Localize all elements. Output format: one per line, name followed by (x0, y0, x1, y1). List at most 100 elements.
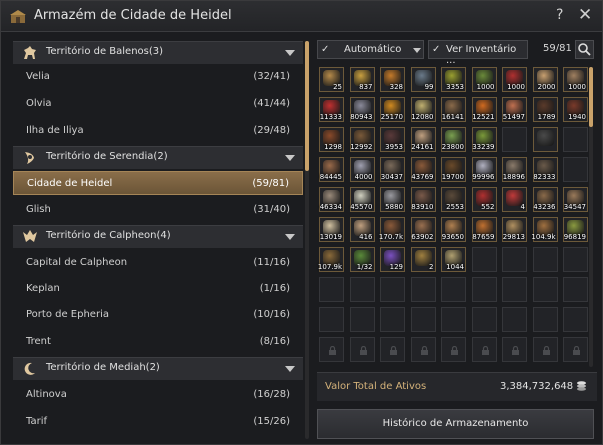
storage-slot[interactable]: 13019 (319, 217, 344, 242)
city-item-altinova[interactable]: Altinova (16/28) (13, 383, 303, 407)
storage-slot[interactable]: 84445 (319, 157, 344, 182)
storage-slot[interactable]: 99 (410, 67, 436, 92)
storage-slot[interactable] (532, 307, 558, 332)
city-item-porto-de-epheria[interactable]: Porto de Epheria (10/16) (13, 303, 303, 327)
storage-slot[interactable]: 2553 (441, 187, 466, 212)
storage-slot[interactable]: 82333 (532, 157, 558, 182)
storage-slot[interactable]: 24161 (410, 127, 436, 152)
storage-slot[interactable] (441, 277, 466, 302)
storage-slot[interactable]: 2 (410, 247, 436, 272)
checkmark-icon[interactable]: ✓ (432, 44, 443, 55)
storage-slot[interactable] (563, 307, 588, 332)
search-button[interactable] (575, 40, 594, 59)
city-item-keplan[interactable]: Keplan (1/16) (13, 277, 303, 301)
storage-slot[interactable] (532, 247, 558, 272)
storage-slot[interactable]: 12080 (410, 97, 436, 122)
storage-slot[interactable]: 34547 (563, 187, 588, 212)
storage-slot[interactable]: 51497 (502, 97, 527, 122)
locked-slot[interactable] (471, 337, 497, 362)
city-item-velia[interactable]: Velia (32/41) (13, 65, 303, 89)
storage-slot[interactable]: 104.9k (531, 217, 558, 242)
city-item-olvia[interactable]: Olvia (41/44) (13, 92, 303, 116)
storage-slot[interactable]: 43236 (532, 187, 558, 212)
storage-slot[interactable] (502, 127, 527, 152)
storage-slot[interactable]: 63902 (410, 217, 436, 242)
region-serendia[interactable]: Território de Serendia(2) (13, 146, 303, 169)
region-balenos[interactable]: Território de Balenos(3) (13, 41, 303, 64)
locked-slot[interactable] (410, 337, 436, 362)
storage-slot[interactable]: 12521 (471, 97, 497, 122)
locked-slot[interactable] (532, 337, 558, 362)
storage-slot[interactable] (532, 277, 558, 302)
storage-slot[interactable] (410, 307, 436, 332)
storage-slot[interactable]: 23800 (441, 127, 466, 152)
storage-slot[interactable]: 837 (349, 67, 375, 92)
storage-slot[interactable] (532, 127, 558, 152)
region-calpheon[interactable]: Território de Calpheon(4) (13, 225, 303, 248)
storage-history-button[interactable]: Histórico de Armazenamento (317, 409, 594, 439)
storage-slot[interactable] (380, 277, 405, 302)
collapse-arrow-icon[interactable] (285, 50, 295, 56)
storage-slot[interactable]: 3953 (380, 127, 405, 152)
storage-slot[interactable] (502, 277, 527, 302)
storage-slot[interactable]: 12992 (349, 127, 375, 152)
view-inventory-toggle[interactable]: ✓ Ver Inventário ... (428, 40, 528, 66)
storage-slot[interactable]: 16141 (441, 97, 466, 122)
city-item-glish[interactable]: Glish (31/40) (13, 198, 303, 222)
region-mediah[interactable]: Território de Mediah(2) (13, 357, 303, 380)
storage-slot[interactable] (563, 247, 588, 272)
storage-slot[interactable] (471, 247, 497, 272)
storage-slot[interactable]: 46334 (319, 187, 344, 212)
collapse-arrow-icon[interactable] (285, 234, 295, 240)
storage-slot[interactable]: 83910 (410, 187, 436, 212)
auto-sort-dropdown[interactable]: ✓ Automático (317, 40, 424, 59)
checkmark-icon[interactable]: ✓ (321, 44, 332, 55)
storage-slot[interactable]: 5880 (380, 187, 405, 212)
collapse-arrow-icon[interactable] (285, 366, 295, 372)
storage-slot[interactable]: 328 (380, 67, 405, 92)
storage-slot[interactable]: 45570 (349, 187, 375, 212)
locked-slot[interactable] (380, 337, 405, 362)
storage-slot[interactable] (380, 307, 405, 332)
storage-slot[interactable]: 170.7k (379, 217, 405, 242)
storage-slot[interactable]: 1000 (471, 67, 497, 92)
storage-slot[interactable] (349, 307, 375, 332)
storage-slot[interactable]: 43769 (410, 157, 436, 182)
storage-slot[interactable]: 1000 (502, 67, 527, 92)
storage-slot[interactable]: 96819 (563, 217, 588, 242)
help-button[interactable]: ? (556, 7, 563, 23)
storage-slot[interactable]: 18896 (502, 157, 527, 182)
storage-slot[interactable]: 80943 (349, 97, 375, 122)
storage-slot[interactable] (410, 277, 436, 302)
storage-slot[interactable]: 30437 (380, 157, 405, 182)
storage-slot[interactable] (563, 277, 588, 302)
storage-slot[interactable]: 1940 (563, 97, 588, 122)
storage-slot[interactable]: 29813 (502, 217, 527, 242)
scrollbar-thumb[interactable] (589, 67, 593, 127)
dropdown-arrow-icon[interactable] (413, 48, 421, 53)
city-item-ilha-de-iliya[interactable]: Ilha de Iliya (29/48) (13, 119, 303, 143)
locked-slot[interactable] (502, 337, 527, 362)
storage-slot[interactable] (441, 307, 466, 332)
city-item-capital-de-calpheon[interactable]: Capital de Calpheon (11/16) (13, 251, 303, 275)
locked-slot[interactable] (349, 337, 375, 362)
storage-slot[interactable]: 1/32 (349, 247, 375, 272)
storage-slot[interactable]: 552 (471, 187, 497, 212)
storage-slot[interactable]: 11333 (319, 97, 344, 122)
storage-slot[interactable]: 1298 (319, 127, 344, 152)
storage-slot[interactable]: 416 (349, 217, 375, 242)
storage-slot[interactable]: 99996 (471, 157, 497, 182)
storage-slot[interactable]: 1044 (441, 247, 466, 272)
city-item-trent[interactable]: Trent (8/16) (13, 330, 303, 354)
scrollbar-thumb[interactable] (305, 41, 309, 171)
storage-slot[interactable]: 93650 (441, 217, 466, 242)
locked-slot[interactable] (319, 337, 344, 362)
storage-slot[interactable] (502, 247, 527, 272)
close-button[interactable]: ✕ (578, 5, 592, 25)
storage-slot[interactable] (471, 277, 497, 302)
storage-slot[interactable] (563, 127, 588, 152)
city-item-cidade-de-heidel[interactable]: Cidade de Heidel (59/81) (13, 171, 303, 195)
storage-slot[interactable]: 33239 (471, 127, 497, 152)
storage-slot[interactable]: 25 (319, 67, 344, 92)
storage-slot[interactable] (319, 277, 344, 302)
